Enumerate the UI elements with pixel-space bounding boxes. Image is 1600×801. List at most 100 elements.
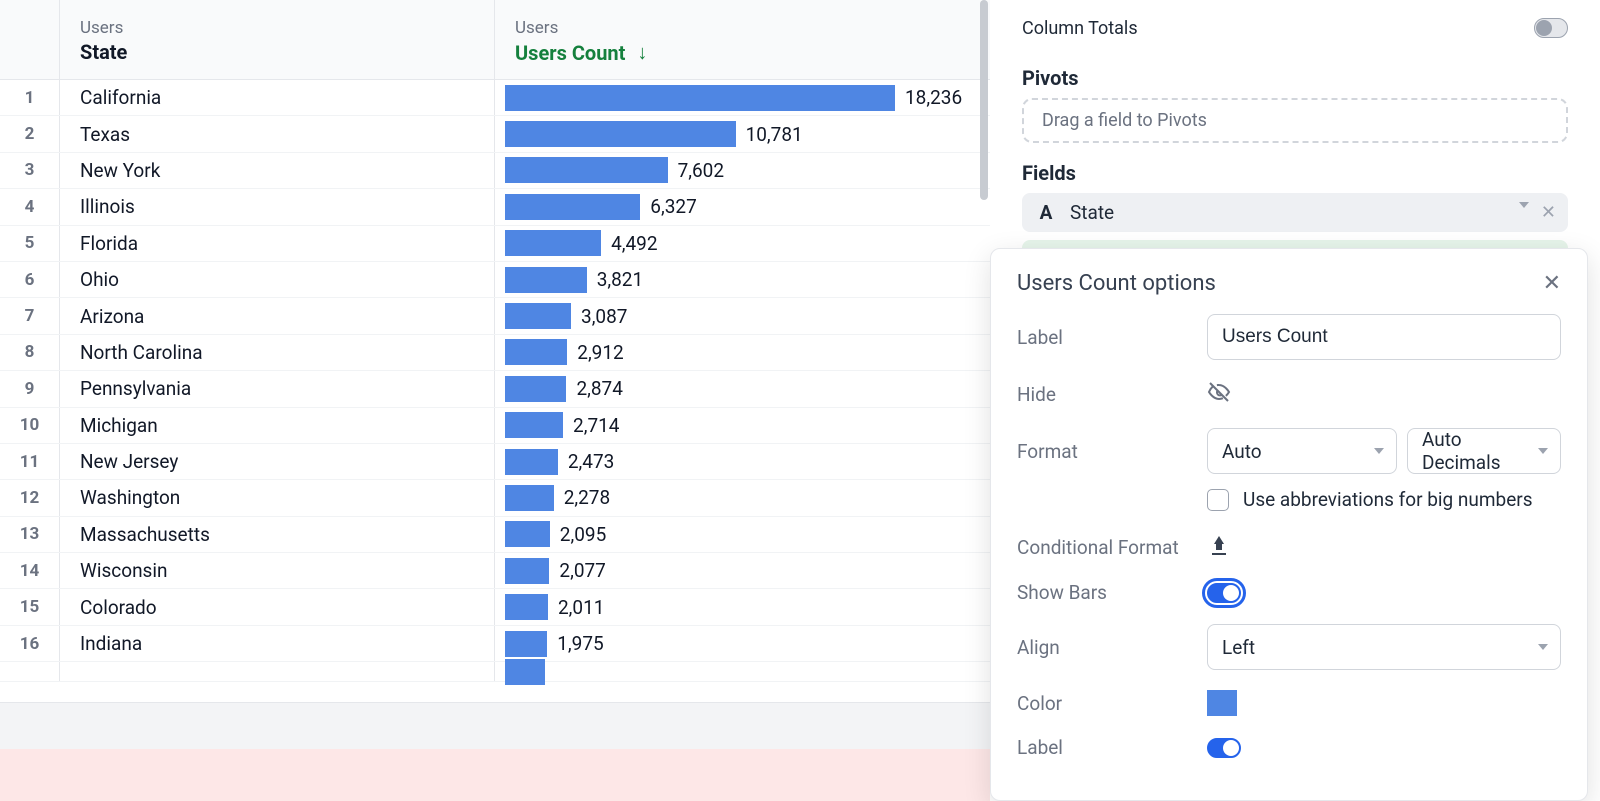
users-count-value: 6,327 <box>650 195 696 218</box>
data-bar <box>505 449 558 475</box>
row-index: 7 <box>0 298 60 333</box>
table-row[interactable]: 2Texas10,781 <box>0 116 990 152</box>
row-index: 6 <box>0 262 60 297</box>
table-row[interactable]: 9Pennsylvania2,874 <box>0 371 990 407</box>
data-bar <box>505 303 571 329</box>
state-cell: Wisconsin <box>60 553 495 588</box>
close-icon[interactable]: ✕ <box>1543 271 1561 296</box>
users-count-cell: 1,975 <box>495 626 990 661</box>
abbreviations-label: Use abbreviations for big numbers <box>1243 488 1533 511</box>
table-row[interactable]: 4Illinois 6,327 <box>0 189 990 225</box>
table-row[interactable]: 13Massachusetts2,095 <box>0 517 990 553</box>
chevron-down-icon <box>1538 644 1548 650</box>
table-scrollbar[interactable] <box>978 0 990 703</box>
data-bar <box>505 631 547 657</box>
column-totals-label: Column Totals <box>1022 18 1138 39</box>
users-count-value: 4,492 <box>611 232 657 255</box>
state-cell: Michigan <box>60 408 495 443</box>
state-cell: Pennsylvania <box>60 371 495 406</box>
row-index: 3 <box>0 153 60 188</box>
column-header-state[interactable]: Users State <box>60 0 495 79</box>
data-bar <box>505 521 550 547</box>
column-header-users-count[interactable]: Users Users Count ↓ <box>495 0 990 79</box>
table-row[interactable]: 11New Jersey2,473 <box>0 444 990 480</box>
users-count-cell: 2,912 <box>495 335 990 370</box>
row-index: 11 <box>0 444 60 479</box>
data-bar <box>505 412 563 438</box>
users-count-cell: 10,781 <box>495 116 990 151</box>
data-bar <box>505 121 736 147</box>
field-pill-state[interactable]: A State ✕ <box>1022 193 1568 232</box>
data-bar <box>505 558 549 584</box>
column-totals-toggle[interactable] <box>1534 18 1568 38</box>
users-count-cell: 2,714 <box>495 408 990 443</box>
state-cell: Texas <box>60 116 495 151</box>
row-index: 1 <box>0 80 60 115</box>
users-count-value: 1,975 <box>557 632 603 655</box>
conditional-format-row-label: Conditional Format <box>1017 536 1187 559</box>
row-index: 15 <box>0 589 60 624</box>
abbreviations-checkbox[interactable] <box>1207 489 1229 511</box>
row-index: 4 <box>0 189 60 224</box>
column-sup-2: Users <box>515 18 970 38</box>
align-select[interactable]: Left <box>1207 624 1561 670</box>
table-row[interactable]: 5Florida 4,492 <box>0 226 990 262</box>
data-bar <box>505 594 548 620</box>
state-cell: Florida <box>60 226 495 261</box>
data-bar <box>505 85 895 111</box>
row-index: 9 <box>0 371 60 406</box>
table-row[interactable]: 3New York7,602 <box>0 153 990 189</box>
table-row[interactable] <box>0 662 990 682</box>
users-count-value: 2,095 <box>560 523 606 546</box>
hide-row-label: Hide <box>1017 383 1187 406</box>
users-count-cell: 2,011 <box>495 589 990 624</box>
table-row[interactable]: 15Colorado2,011 <box>0 589 990 625</box>
conditional-format-icon[interactable] <box>1207 533 1231 561</box>
fields-heading: Fields <box>1022 161 1568 185</box>
users-count-cell: 2,278 <box>495 480 990 515</box>
table-row[interactable]: 14Wisconsin2,077 <box>0 553 990 589</box>
field-label-input[interactable] <box>1207 314 1561 360</box>
data-bar <box>505 267 587 293</box>
field-menu-caret-icon[interactable] <box>1519 202 1529 208</box>
state-cell: Illinois <box>60 189 495 224</box>
row-index: 10 <box>0 408 60 443</box>
remove-field-icon[interactable]: ✕ <box>1541 202 1556 223</box>
table-row[interactable]: 1California18,236 <box>0 80 990 116</box>
users-count-value: 2,278 <box>564 486 610 509</box>
users-count-value: 3,821 <box>597 268 643 291</box>
show-bars-toggle[interactable] <box>1207 583 1241 603</box>
table-row[interactable]: 12Washington2,278 <box>0 480 990 516</box>
bar-color-swatch[interactable] <box>1207 690 1237 716</box>
align-row-label: Align <box>1017 636 1187 659</box>
table-row[interactable]: 6Ohio 3,821 <box>0 262 990 298</box>
table-row[interactable]: 7Arizona3,087 <box>0 298 990 334</box>
row-index <box>0 662 60 681</box>
results-table: Users State Users Users Count ↓ 1Califor… <box>0 0 990 703</box>
pivots-dropzone[interactable]: Drag a field to Pivots <box>1022 98 1568 143</box>
decimals-select[interactable]: Auto Decimals <box>1407 428 1561 474</box>
column-sup-1: Users <box>80 18 474 38</box>
table-row[interactable]: 16Indiana1,975 <box>0 626 990 662</box>
format-row-label: Format <box>1017 440 1187 463</box>
chevron-down-icon <box>1538 448 1548 454</box>
state-cell: Ohio <box>60 262 495 297</box>
users-count-options-panel: Users Count options ✕ Label Hide Format <box>990 248 1588 801</box>
format-select[interactable]: Auto <box>1207 428 1397 474</box>
users-count-value: 2,714 <box>573 414 619 437</box>
data-label-toggle[interactable] <box>1207 738 1241 758</box>
data-bar <box>505 230 601 256</box>
table-row[interactable]: 10Michigan 2,714 <box>0 408 990 444</box>
column-title-1: State <box>80 40 474 64</box>
row-index: 5 <box>0 226 60 261</box>
data-bar <box>505 376 566 402</box>
users-count-value: 2,473 <box>568 450 614 473</box>
table-row[interactable]: 8North Carolina2,912 <box>0 335 990 371</box>
row-index: 16 <box>0 626 60 661</box>
users-count-value: 2,912 <box>577 341 623 364</box>
label-row-label: Label <box>1017 326 1187 349</box>
row-index: 8 <box>0 335 60 370</box>
sort-desc-icon[interactable]: ↓ <box>637 40 647 65</box>
hide-eye-off-icon[interactable] <box>1207 380 1231 408</box>
data-bar <box>505 659 545 685</box>
